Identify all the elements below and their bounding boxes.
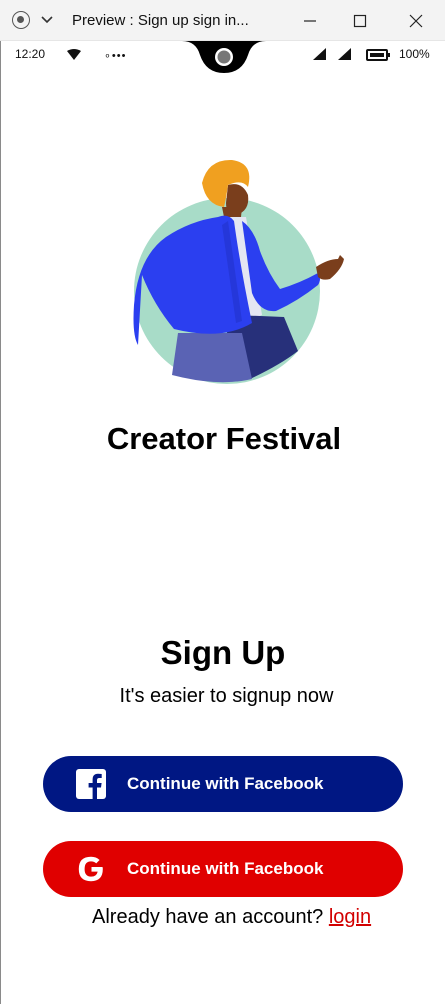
minimize-button[interactable]	[290, 6, 330, 36]
window-title: Preview : Sign up sign in...	[72, 12, 249, 29]
battery-icon	[366, 49, 390, 61]
signal-icon-2	[338, 48, 351, 60]
close-button[interactable]	[396, 6, 436, 36]
person-illustration	[133, 159, 344, 384]
status-time: 12:20	[15, 47, 46, 61]
login-prompt-row: Already have an account? login	[92, 906, 371, 929]
google-button-label: Continue with Facebook	[127, 859, 324, 878]
record-icon[interactable]	[12, 11, 30, 29]
google-icon	[78, 856, 103, 882]
login-link[interactable]: login	[329, 906, 371, 928]
maximize-button[interactable]	[340, 6, 380, 36]
status-dots: ∘•••	[104, 50, 127, 62]
close-icon	[409, 14, 423, 28]
app-title: Creator Festival	[106, 421, 342, 456]
chevron-down-icon[interactable]	[40, 12, 54, 26]
window-titlebar: Preview : Sign up sign in...	[0, 0, 445, 41]
facebook-button-label: Continue with Facebook	[127, 774, 324, 793]
minimize-icon	[304, 20, 316, 22]
continue-with-facebook-button[interactable]: Continue with Facebook	[43, 756, 403, 812]
maximize-icon	[353, 14, 367, 28]
facebook-icon	[76, 769, 106, 799]
camera-notch	[182, 41, 266, 73]
wifi-icon	[67, 49, 81, 60]
login-prompt-text: Already have an account?	[92, 906, 324, 928]
continue-with-google-button[interactable]: Continue with Facebook	[43, 841, 403, 897]
signup-title: Sign Up	[160, 634, 286, 671]
signal-icon	[313, 48, 326, 60]
signup-subtitle: It's easier to signup now	[119, 685, 334, 707]
device-frame-edge	[0, 41, 1, 1004]
battery-percent: 100%	[399, 47, 430, 61]
